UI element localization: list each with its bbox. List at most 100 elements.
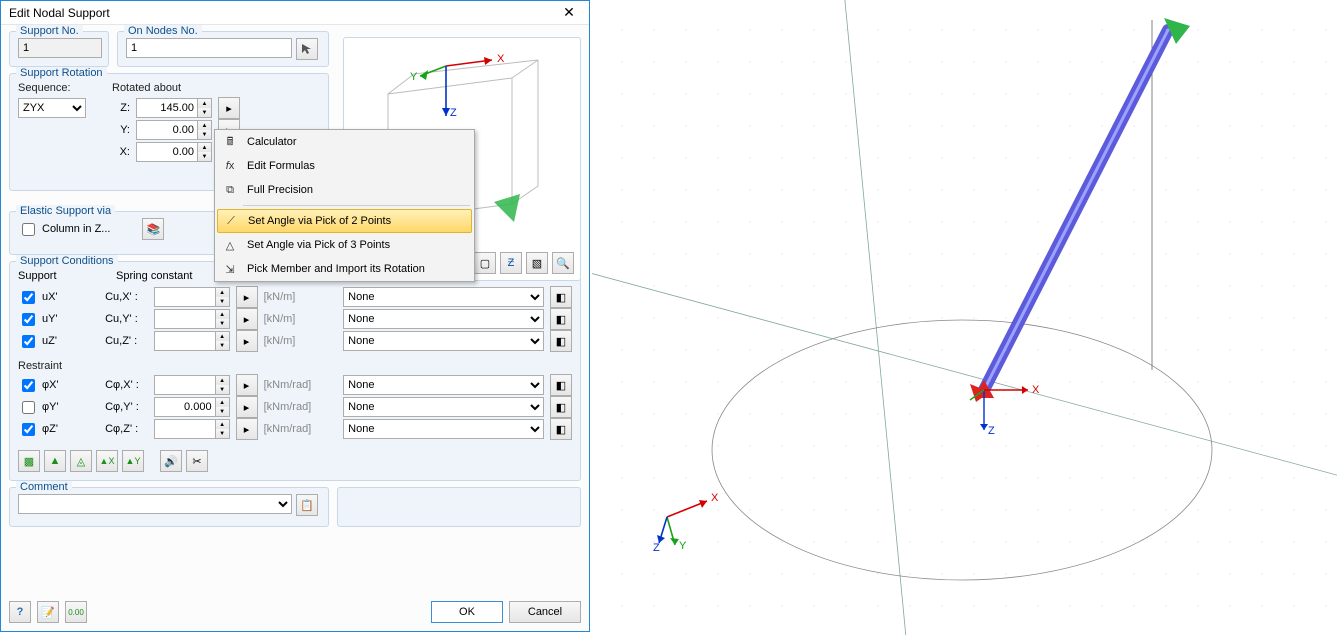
close-button[interactable]: ✕ (553, 4, 585, 22)
restraint-1-nonlin-edit[interactable]: ◧ (550, 396, 572, 418)
axis-label: Z: (112, 102, 130, 114)
cursor-icon (301, 43, 313, 55)
restraint-1-menu-button[interactable]: ▸ (236, 396, 258, 418)
conditions-legend: Support Conditions (16, 255, 118, 267)
axis-label: X: (112, 146, 130, 158)
restraint-2-spring[interactable]: ▲▼ (154, 419, 230, 439)
svg-text:X: X (497, 53, 505, 65)
menu-calc[interactable]: 🖩 Calculator (215, 130, 474, 154)
svg-text:Z: Z (653, 542, 660, 554)
edit-nodal-support-dialog: Edit Nodal Support ✕ Support No. On Node… (0, 0, 590, 632)
rotation-context-menu: 🖩 Calculator fx Edit Formulas ⧉ Full Pre… (214, 129, 475, 282)
axis-label: Y: (112, 124, 130, 136)
restraint-2-menu-button[interactable]: ▸ (236, 418, 258, 440)
support-1-nonlinearity[interactable]: None (343, 309, 544, 329)
column-in-z-checkbox[interactable]: Column in Z... (18, 220, 110, 239)
menu-p3[interactable]: △ Set Angle via Pick of 3 Points (215, 233, 474, 257)
menu-pm[interactable]: ⇲ Pick Member and Import its Rotation (215, 257, 474, 281)
library-button[interactable]: 📚 (142, 218, 164, 240)
menu-p2[interactable]: ⟋ Set Angle via Pick of 2 Points (217, 209, 472, 233)
axis-Y:-spinner[interactable]: ▲▼ (136, 120, 212, 140)
restraint-0-checkbox[interactable]: φX' (18, 376, 99, 395)
axis-Y:-input[interactable] (136, 120, 198, 140)
sequence-label: Sequence: (18, 82, 104, 94)
support-header: Support (18, 270, 108, 282)
elastic-legend: Elastic Support via (16, 205, 115, 217)
support-0-nonlin-edit[interactable]: ◧ (550, 286, 572, 308)
comment-combo[interactable] (18, 494, 292, 514)
fx-icon: fx (221, 157, 239, 175)
comment-pick-button[interactable]: 📋 (296, 494, 318, 516)
support-2-checkbox[interactable]: uZ' (18, 332, 99, 351)
3d-viewport[interactable]: X Z X Y Z (592, 0, 1337, 635)
support-0-nonlinearity[interactable]: None (343, 287, 544, 307)
support-0-checkbox[interactable]: uX' (18, 288, 99, 307)
restraint-1-checkbox[interactable]: φY' (18, 398, 99, 417)
p2-icon: ⟋ (222, 212, 240, 230)
support-1-checkbox[interactable]: uY' (18, 310, 99, 329)
support-0-spring[interactable]: ▲▼ (154, 287, 230, 307)
world-axes-gizmo: X Y Z (647, 487, 727, 560)
sequence-select[interactable]: ZYX (18, 98, 86, 118)
restraint-0-nonlin-edit[interactable]: ◧ (550, 374, 572, 396)
support-2-nonlinearity[interactable]: None (343, 331, 544, 351)
axis-Z:-menu-button[interactable]: ▸ (218, 97, 240, 119)
help-button[interactable]: ? (9, 601, 31, 623)
axis-X:-input[interactable] (136, 142, 198, 162)
roller-yz-button[interactable]: ▲Y (122, 450, 144, 472)
restraint-0-spring[interactable]: ▲▼ (154, 375, 230, 395)
pick-nodes-button[interactable] (296, 38, 318, 60)
prec-icon: ⧉ (221, 181, 239, 199)
cross-button[interactable]: ✂ (186, 450, 208, 472)
restraint-header: Restraint (18, 360, 62, 372)
comment-legend: Comment (16, 481, 72, 493)
restraint-1-spring[interactable]: ▲▼ (154, 397, 230, 417)
dialog-title: Edit Nodal Support (9, 6, 553, 20)
restraint-2-checkbox[interactable]: φZ' (18, 420, 99, 439)
roller-x-button[interactable]: ◬ (70, 450, 92, 472)
restraint-2-nonlin-edit[interactable]: ◧ (550, 418, 572, 440)
rotated-about-label: Rotated about (112, 82, 240, 94)
roller-xy-button[interactable]: ▲X (96, 450, 118, 472)
support-2-nonlin-edit[interactable]: ◧ (550, 330, 572, 352)
support-2-spring[interactable]: ▲▼ (154, 331, 230, 351)
hinged-support-button[interactable]: ▲ (44, 450, 66, 472)
svg-text:Z: Z (450, 107, 457, 119)
support-1-menu-button[interactable]: ▸ (236, 308, 258, 330)
menu-prec[interactable]: ⧉ Full Precision (215, 178, 474, 202)
svg-text:Y: Y (679, 540, 687, 552)
units-button[interactable]: 0.00 (65, 601, 87, 623)
svg-text:Y: Y (410, 71, 418, 83)
on-nodes-legend: On Nodes No. (124, 25, 202, 37)
axis-Z:-input[interactable] (136, 98, 198, 118)
preview-btn-2[interactable]: Ƶ (500, 252, 522, 274)
preview-btn-3[interactable]: ▧ (526, 252, 548, 274)
support-1-spring[interactable]: ▲▼ (154, 309, 230, 329)
fixed-support-button[interactable]: ▩ (18, 450, 40, 472)
restraint-1-nonlinearity[interactable]: None (343, 397, 544, 417)
axis-X:-spinner[interactable]: ▲▼ (136, 142, 212, 162)
support-no-input[interactable] (18, 38, 102, 58)
restraint-2-nonlinearity[interactable]: None (343, 419, 544, 439)
axis-Z:-spinner[interactable]: ▲▼ (136, 98, 212, 118)
pm-icon: ⇲ (221, 260, 239, 278)
on-nodes-input[interactable] (126, 38, 292, 58)
library-icon: 📚 (147, 223, 161, 236)
support-0-menu-button[interactable]: ▸ (236, 286, 258, 308)
restraint-0-menu-button[interactable]: ▸ (236, 374, 258, 396)
preview-btn-4[interactable]: 🔍 (552, 252, 574, 274)
preview-btn-1[interactable]: ▢ (474, 252, 496, 274)
p3-icon: △ (221, 236, 239, 254)
support-no-legend: Support No. (16, 25, 83, 37)
ok-button[interactable]: OK (431, 601, 503, 623)
titlebar[interactable]: Edit Nodal Support ✕ (1, 1, 589, 25)
calc-icon: 🖩 (221, 133, 239, 151)
cancel-button[interactable]: Cancel (509, 601, 581, 623)
restraint-0-nonlinearity[interactable]: None (343, 375, 544, 395)
sound-button[interactable]: 🔊 (160, 450, 182, 472)
menu-fx[interactable]: fx Edit Formulas (215, 154, 474, 178)
support-1-nonlin-edit[interactable]: ◧ (550, 308, 572, 330)
edit-button[interactable]: 📝 (37, 601, 59, 623)
support-2-menu-button[interactable]: ▸ (236, 330, 258, 352)
rotation-legend: Support Rotation (16, 67, 107, 79)
